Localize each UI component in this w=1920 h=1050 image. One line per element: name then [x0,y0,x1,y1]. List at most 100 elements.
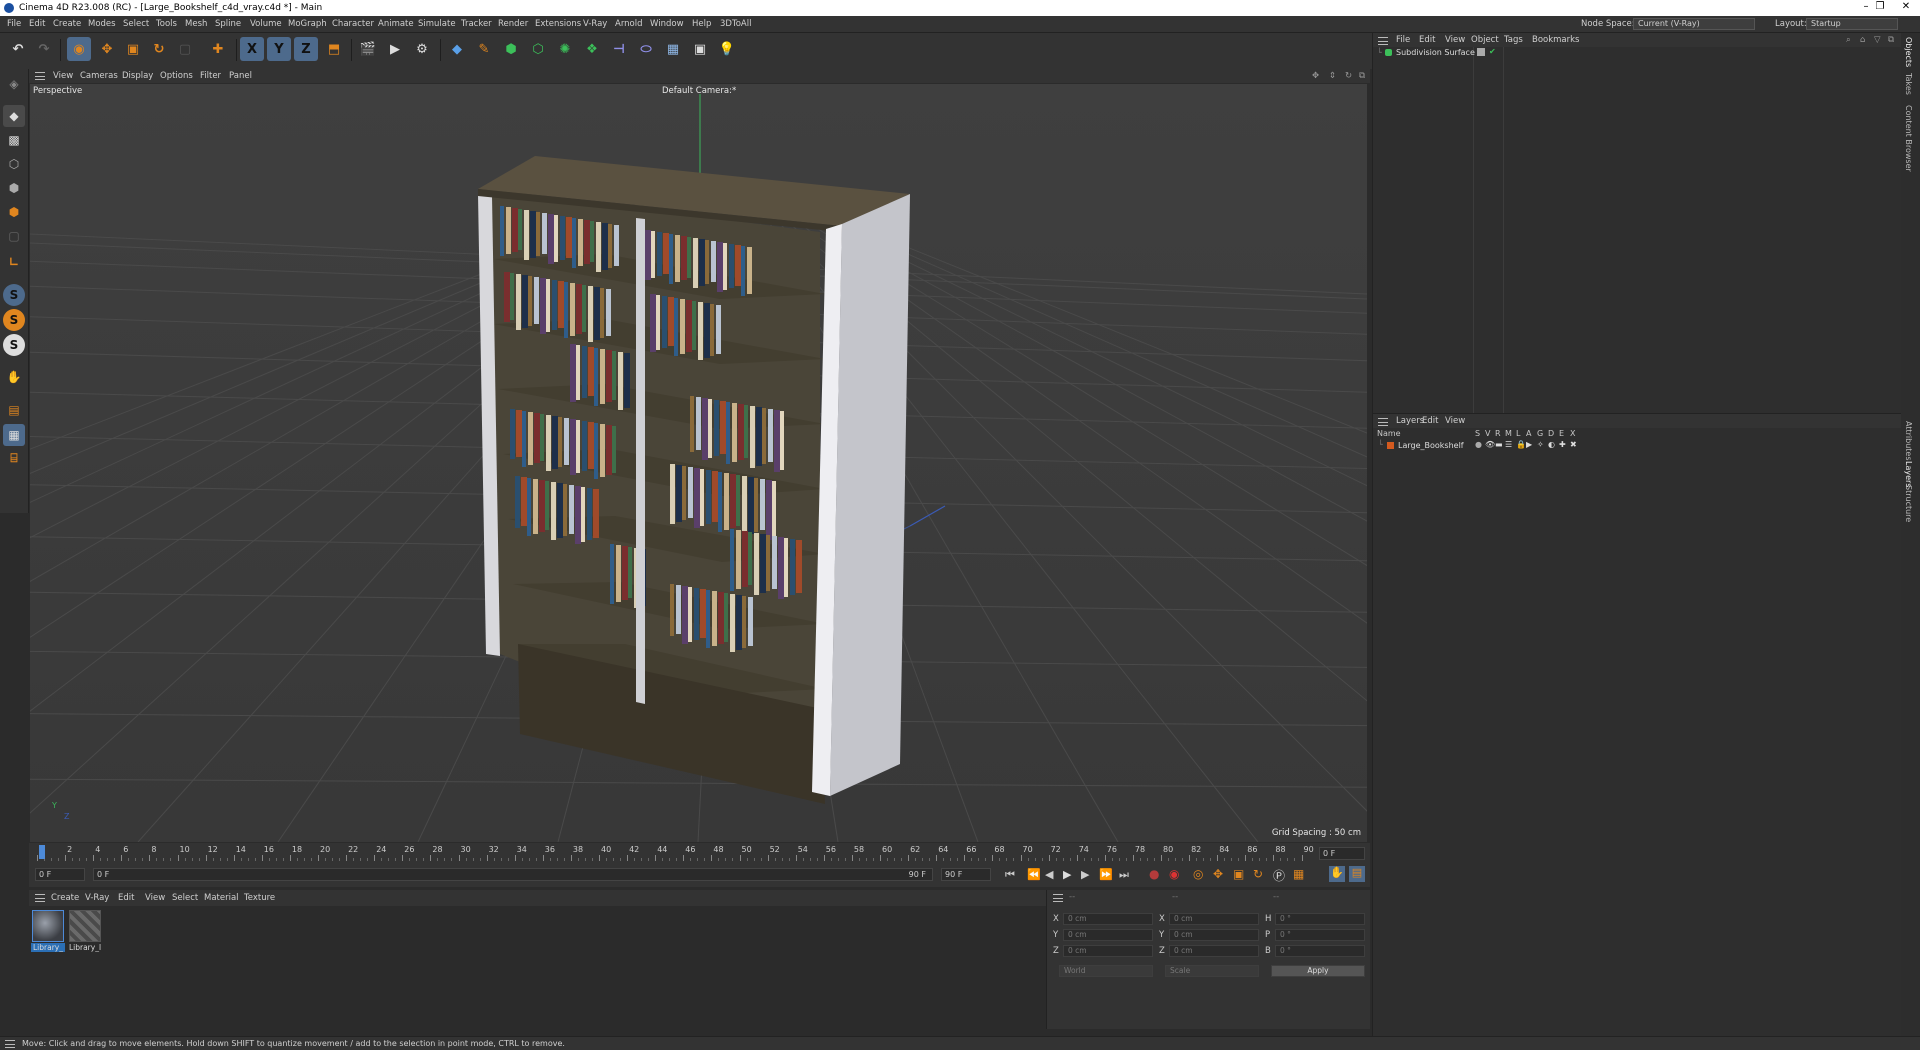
menu-tools[interactable]: Tools [156,19,177,29]
coordinate-space-select[interactable]: World [1059,965,1153,977]
locked-workplane-icon[interactable]: ▦ [3,424,25,446]
menu-arnold[interactable]: Arnold [615,19,643,29]
viewport-nav-rotate-icon[interactable]: ↻ [1345,71,1352,81]
viewport-nav-move-icon[interactable]: ✥ [1312,71,1319,81]
key-rotation-icon[interactable]: ↻ [1253,867,1263,881]
workplane-icon[interactable]: ✋ [3,366,25,388]
uv-mode-icon[interactable]: ▢ [3,225,25,247]
restore-button[interactable]: ❐ [1866,0,1894,16]
layer-menu-edit[interactable]: Edit [1422,416,1438,426]
viewport-nav-zoom-icon[interactable]: ⇕ [1329,71,1336,81]
layer-lock-icon[interactable]: 🔒 [1516,440,1526,449]
texture-mode-icon[interactable]: ▩ [3,129,25,151]
key-parameter-icon[interactable]: Ⓟ [1273,867,1285,884]
cloner-icon[interactable]: ❖ [580,37,604,61]
key-pla-icon[interactable]: ▦ [1293,867,1304,881]
viewport-menu-view[interactable]: View [53,71,73,81]
layer-solo-icon[interactable]: ● [1475,440,1482,449]
prev-key-icon[interactable]: ⏪ [1027,868,1041,881]
symmetry-icon[interactable]: ⌸ [3,447,25,469]
viewport-camera-label[interactable]: Default Camera:* [662,86,736,96]
object-menu-object[interactable]: Object [1471,35,1499,45]
model-mode-icon[interactable]: ◆ [3,105,25,127]
snap-icon[interactable]: S [3,309,25,331]
key-scale-icon[interactable]: ▣ [1233,867,1244,881]
menu-modes[interactable]: Modes [88,19,116,29]
material-menu-material[interactable]: Material [204,893,239,903]
object-search-icon[interactable]: ⌕ [1846,35,1851,45]
tab-objects[interactable]: Objects [1904,37,1913,67]
apply-button[interactable]: Apply [1271,965,1365,977]
viewport-menu-cameras[interactable]: Cameras [80,71,118,81]
menu-render[interactable]: Render [498,19,528,29]
menu-simulate[interactable]: Simulate [418,19,456,29]
layer-color-swatch[interactable] [1387,442,1394,449]
position-x-field[interactable]: 0 cm [1063,913,1153,925]
pen-icon[interactable]: ✎ [472,37,496,61]
size-y-field[interactable]: 0 cm [1169,929,1259,941]
layer-menu-layers[interactable]: Layers [1396,416,1424,426]
next-frame-icon[interactable]: ▶ [1081,868,1089,881]
layer-menu-view[interactable]: View [1445,416,1465,426]
keyframe-selection-icon[interactable]: ◎ [1193,867,1203,881]
axis-x-icon[interactable]: X [240,37,264,61]
layout-select[interactable]: Startup [1806,18,1898,30]
material-menu-view[interactable]: View [145,893,165,903]
size-z-field[interactable]: 0 cm [1169,945,1259,957]
viewport-menu-panel[interactable]: Panel [229,71,252,81]
deformer-icon[interactable]: ⊣ [607,37,631,61]
polygon-mode-icon[interactable]: ⬢ [3,201,25,223]
coordinates-hamburger-icon[interactable] [1053,894,1063,902]
visibility-editor-icon[interactable] [1477,48,1485,56]
rotation-h-field[interactable]: 0 ° [1275,913,1365,925]
layer-xref-icon[interactable]: ✖ [1570,440,1577,449]
material-menu-texture[interactable]: Texture [244,893,275,903]
layer-row[interactable]: └ Large_Bookshelf ● 👁 ▬ ☰ 🔒 ▶ ✧ ◐ ✚ ✖ [1373,440,1902,452]
timeline-playhead[interactable] [39,845,45,859]
redo-icon[interactable]: ↷ [32,37,56,61]
tab-structure[interactable]: Structure [1904,485,1913,522]
axis-y-icon[interactable]: Y [267,37,291,61]
axis-mode-icon[interactable]: ∟ [3,251,25,273]
object-home-icon[interactable]: ⌂ [1860,35,1865,45]
tab-content-browser[interactable]: Content Browser [1904,105,1913,172]
play-icon[interactable]: ▶ [1063,868,1071,881]
menu-vray[interactable]: V-Ray [583,19,607,29]
make-editable-icon[interactable]: ◈ [3,73,25,95]
viewport-hamburger-icon[interactable] [35,72,45,80]
object-menu-edit[interactable]: Edit [1419,35,1435,45]
menu-mograph[interactable]: MoGraph [288,19,327,29]
timeline-mode-icon[interactable]: ✋ [1329,866,1345,882]
camera-icon[interactable]: ▣ [688,37,712,61]
light-icon[interactable]: 💡 [715,37,739,61]
coordinate-system-icon[interactable]: ⬒ [322,37,346,61]
menu-extensions[interactable]: Extensions [535,19,581,29]
object-filter-icon[interactable]: ▽ [1874,35,1881,45]
viewport-menu-filter[interactable]: Filter [200,71,221,81]
array-icon[interactable]: ✺ [553,37,577,61]
layer-visible-icon[interactable]: 👁 [1485,440,1495,449]
object-menu-bookmarks[interactable]: Bookmarks [1532,35,1580,45]
menu-mesh[interactable]: Mesh [185,19,207,29]
object-menu-view[interactable]: View [1445,35,1465,45]
point-mode-icon[interactable]: ⬡ [3,153,25,175]
frame-range-slider[interactable]: 0 F 90 F [93,868,933,881]
close-button[interactable]: ✕ [1892,0,1920,16]
goto-start-icon[interactable]: ⏮ [1005,868,1015,882]
menu-tracker[interactable]: Tracker [461,19,492,29]
select-icon[interactable]: ◉ [67,37,91,61]
rotation-p-field[interactable]: 0 ° [1275,929,1365,941]
menu-create[interactable]: Create [53,19,81,29]
size-mode-select[interactable]: Scale [1165,965,1259,977]
menu-3dtoall[interactable]: 3DToAll [720,19,751,29]
material-menu-edit[interactable]: Edit [118,893,134,903]
rotate-icon[interactable]: ↻ [147,37,171,61]
layer-manager-icon[interactable]: ☰ [1505,440,1512,449]
status-hamburger-icon[interactable] [5,1040,15,1048]
tab-takes[interactable]: Takes [1904,73,1913,95]
object-row[interactable]: └ Subdivision Surface ✔ [1373,47,1902,59]
floor-icon[interactable]: ▦ [661,37,685,61]
prev-frame-icon[interactable]: ◀ [1045,868,1053,881]
material-menu-create[interactable]: Create [51,893,79,903]
autokey-icon[interactable]: ◉ [1169,867,1179,881]
